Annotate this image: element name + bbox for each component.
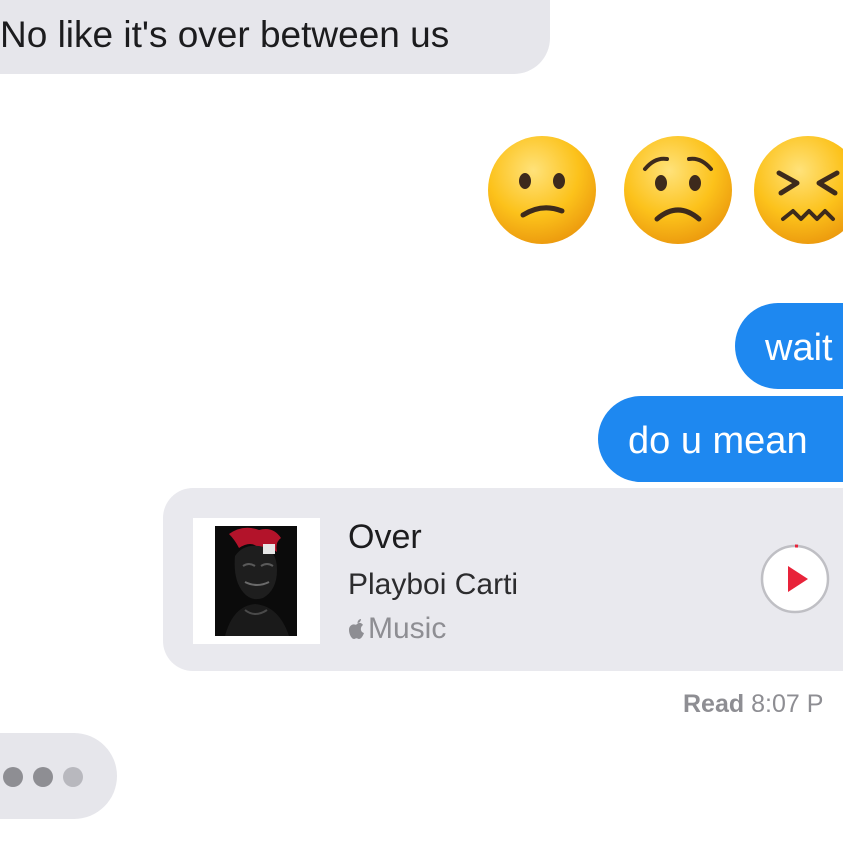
- conversation-screen: No like it's over between us wait do u m…: [0, 0, 843, 844]
- album-cover[interactable]: [193, 518, 320, 644]
- read-status: Read: [683, 690, 745, 718]
- confused-face-icon: [488, 136, 596, 244]
- emoji-message[interactable]: [487, 135, 843, 247]
- message-text: wait: [765, 327, 833, 369]
- worried-face-icon: [624, 136, 732, 244]
- message-text: No like it's over between us: [0, 14, 450, 55]
- play-icon[interactable]: [760, 544, 830, 614]
- read-time: 8:07 P: [751, 690, 824, 718]
- music-source-label: Music: [348, 612, 446, 646]
- apple-logo-icon: [349, 619, 364, 639]
- typing-dot: [3, 767, 23, 787]
- outgoing-message-bubble[interactable]: do u mean: [598, 396, 843, 482]
- typing-dot: [33, 767, 53, 787]
- confounded-face-icon: [754, 136, 843, 244]
- typing-indicator: [0, 733, 117, 819]
- incoming-message-bubble[interactable]: No like it's over between us: [0, 0, 550, 74]
- message-text: do u mean: [628, 420, 808, 462]
- song-artist: Playboi Carti: [348, 568, 519, 601]
- read-receipt: Read 8:07 P: [683, 690, 823, 719]
- outgoing-message-bubble[interactable]: wait: [735, 303, 843, 389]
- song-title: Over: [348, 518, 422, 556]
- apple-music-share-card[interactable]: Over Playboi Carti Music: [163, 488, 843, 671]
- typing-dot: [63, 767, 83, 787]
- music-source-text: Music: [368, 612, 447, 645]
- album-artwork: [215, 526, 297, 636]
